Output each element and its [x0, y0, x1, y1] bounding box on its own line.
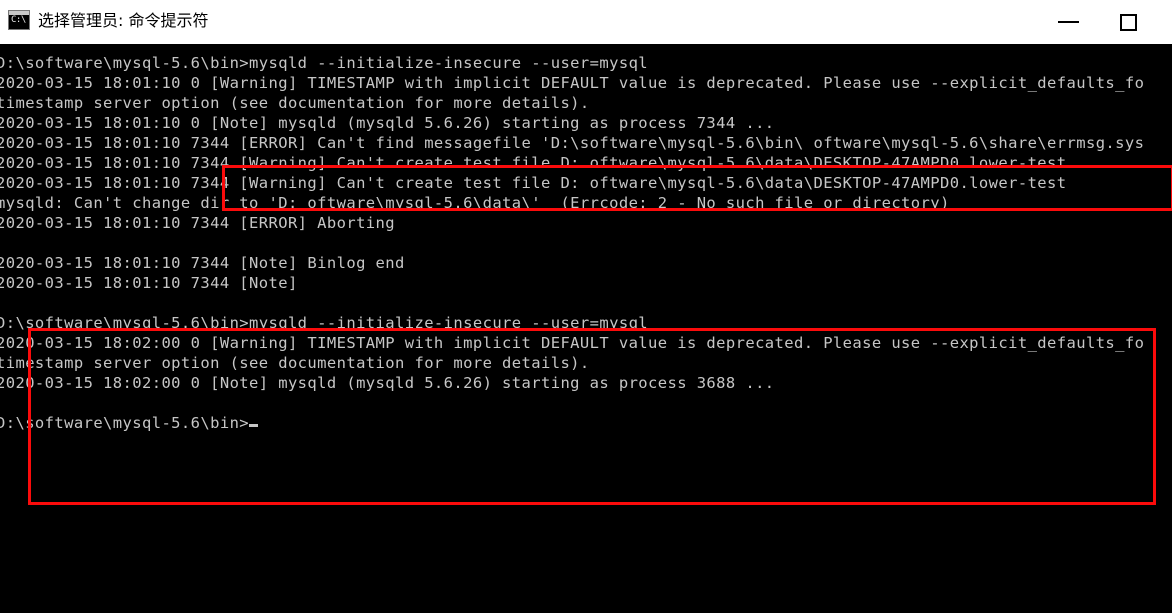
cmd-icon: C:\ — [8, 10, 30, 30]
minimize-button[interactable] — [1046, 0, 1092, 44]
title-bar[interactable]: C:\ 选择管理员: 命令提示符 — [0, 0, 1172, 44]
minimize-icon — [1058, 21, 1079, 23]
maximize-button[interactable] — [1105, 0, 1151, 44]
maximize-icon — [1120, 14, 1137, 31]
command-prompt-window: C:\ 选择管理员: 命令提示符 D:\software\mysql-5.6\b… — [0, 0, 1172, 613]
window-title: 选择管理员: 命令提示符 — [38, 11, 209, 30]
console-text: D:\software\mysql-5.6\bin>mysqld --initi… — [0, 54, 1145, 432]
text-cursor — [249, 424, 259, 427]
cmd-icon-glyph: C:\ — [11, 15, 26, 25]
console-output-area[interactable]: D:\software\mysql-5.6\bin>mysqld --initi… — [0, 44, 1172, 613]
